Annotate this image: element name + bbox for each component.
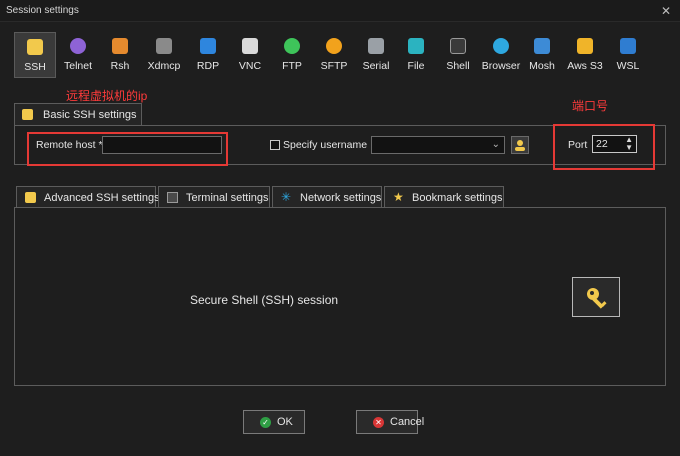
- network-icon: ✳: [281, 190, 292, 204]
- telnet-icon: [70, 38, 86, 54]
- check-icon: ✓: [260, 417, 271, 428]
- session-type-label: Secure Shell (SSH) session: [190, 293, 339, 307]
- user-manager-button[interactable]: [511, 136, 529, 154]
- port-annotation: 端口号: [572, 99, 609, 113]
- specify-username-label: Specify username: [283, 139, 368, 151]
- protocol-serial[interactable]: Serial: [356, 32, 396, 78]
- ok-button[interactable]: ✓ OK: [243, 410, 305, 434]
- protocol-label: File: [407, 60, 425, 72]
- protocol-browser[interactable]: Browser: [480, 32, 522, 78]
- shell-icon: [450, 38, 466, 54]
- protocol-label: Serial: [362, 60, 390, 72]
- protocol-xdmcp[interactable]: Xdmcp: [142, 32, 186, 78]
- file-icon: [408, 38, 424, 54]
- protocol-label: RDP: [196, 60, 220, 72]
- chevron-down-icon: ⌄: [491, 139, 500, 150]
- protocol-rdp[interactable]: RDP: [188, 32, 228, 78]
- tab-label: Basic SSH settings: [43, 109, 137, 121]
- protocol-telnet[interactable]: Telnet: [58, 32, 98, 78]
- ok-label: OK: [277, 416, 293, 428]
- wsl-icon: [620, 38, 636, 54]
- star-icon: ★: [393, 190, 404, 204]
- cancel-button[interactable]: ✕ Cancel: [356, 410, 424, 434]
- protocol-shell[interactable]: Shell: [438, 32, 478, 78]
- protocol-ssh[interactable]: SSH: [14, 32, 56, 78]
- specify-username-checkbox[interactable]: [270, 140, 280, 150]
- tab-label: Terminal settings: [186, 192, 269, 204]
- protocol-label: WSL: [616, 60, 640, 72]
- tab-label: Advanced SSH settings: [44, 192, 160, 204]
- ftp-icon: [284, 38, 300, 54]
- protocol-sftp[interactable]: SFTP: [314, 32, 354, 78]
- cancel-label: Cancel: [390, 416, 425, 428]
- protocol-label: SSH: [24, 61, 46, 73]
- protocol-label: Browser: [481, 60, 521, 72]
- browser-icon: [493, 38, 509, 54]
- key-icon: [27, 39, 43, 55]
- xdmcp-icon: [156, 38, 172, 54]
- protocol-label: SFTP: [320, 60, 348, 72]
- ssh-session-key-image: [572, 277, 620, 317]
- protocol-label: Aws S3: [567, 60, 603, 72]
- protocol-label: Rsh: [110, 60, 130, 72]
- wrench-icon: [25, 192, 36, 203]
- window-title: Session settings: [6, 5, 79, 16]
- tab-bookmark-settings[interactable]: ★ Bookmark settings: [384, 186, 504, 208]
- protocol-bar: SSH Telnet Rsh Xdmcp RDP VNC FTP SFTP Se…: [14, 32, 664, 78]
- protocol-vnc[interactable]: VNC: [230, 32, 270, 78]
- protocol-label: Shell: [446, 60, 470, 72]
- key-icon: [22, 109, 33, 120]
- protocol-aws-s3[interactable]: Aws S3: [564, 32, 606, 78]
- vnc-icon: [242, 38, 258, 54]
- rsh-icon: [112, 38, 128, 54]
- tab-network-settings[interactable]: ✳ Network settings: [272, 186, 382, 208]
- rdp-icon: [200, 38, 216, 54]
- sftp-icon: [326, 38, 342, 54]
- username-combo[interactable]: ⌄: [371, 136, 505, 154]
- protocol-rsh[interactable]: Rsh: [100, 32, 140, 78]
- tab-terminal-settings[interactable]: Terminal settings: [158, 186, 270, 208]
- key-icon: [587, 288, 607, 309]
- protocol-file[interactable]: File: [398, 32, 434, 78]
- protocol-wsl[interactable]: WSL: [610, 32, 646, 78]
- protocol-label: VNC: [238, 60, 262, 72]
- cancel-icon: ✕: [373, 417, 384, 428]
- tab-label: Bookmark settings: [412, 192, 503, 204]
- close-window-button[interactable]: ✕: [652, 0, 680, 22]
- remote-vm-ip-annotation: 远程虚拟机的ip: [66, 89, 148, 103]
- protocol-label: Telnet: [63, 60, 93, 72]
- protocol-ftp[interactable]: FTP: [272, 32, 312, 78]
- terminal-icon: [167, 192, 178, 203]
- port-highlight: [553, 124, 655, 170]
- serial-icon: [368, 38, 384, 54]
- tab-label: Network settings: [300, 192, 382, 204]
- protocol-label: Mosh: [529, 60, 555, 72]
- remote-host-highlight: [27, 132, 228, 166]
- tab-advanced-ssh-settings[interactable]: Advanced SSH settings: [16, 186, 160, 208]
- mosh-icon: [534, 38, 550, 54]
- tab-basic-ssh-settings[interactable]: Basic SSH settings: [14, 103, 142, 125]
- protocol-label: Xdmcp: [147, 60, 181, 72]
- user-icon: [515, 140, 525, 151]
- protocol-mosh[interactable]: Mosh: [524, 32, 560, 78]
- protocol-label: FTP: [282, 60, 302, 72]
- settings-content-panel: [14, 207, 666, 386]
- aws-s3-icon: [577, 38, 593, 54]
- title-bar: Session settings ✕: [0, 0, 680, 22]
